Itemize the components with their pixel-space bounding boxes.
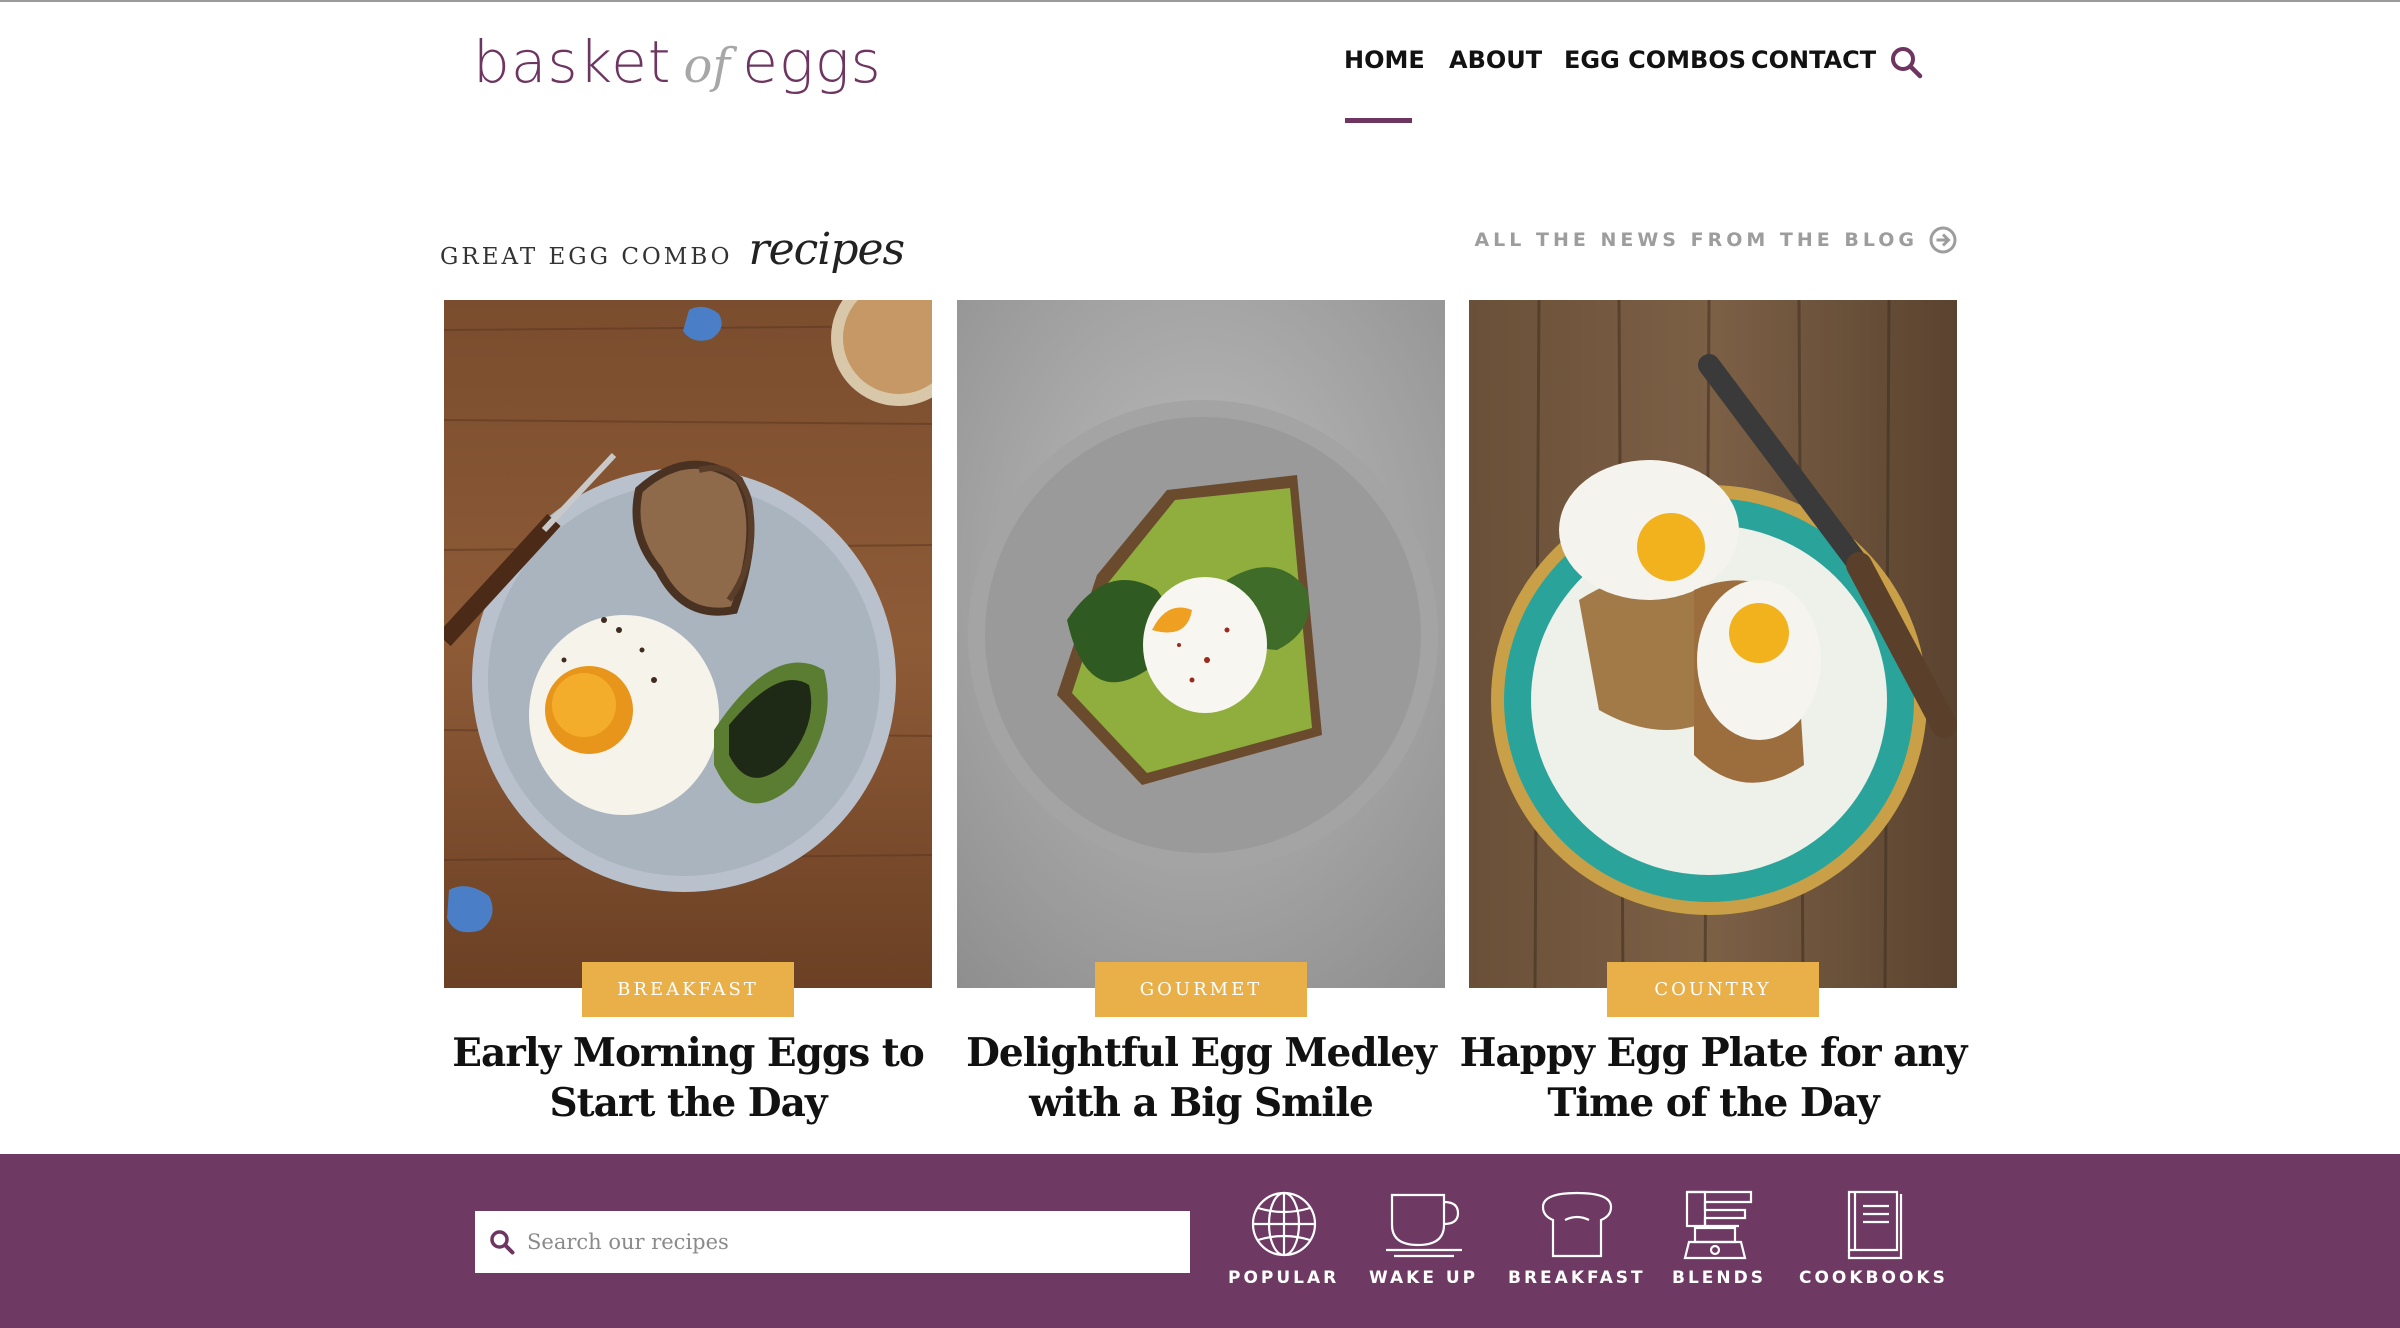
recipe-photo-3[interactable]: [1469, 299, 1957, 989]
recipe-search[interactable]: [475, 1211, 1190, 1273]
category-cookbooks[interactable]: COOKBOOKS: [1799, 1190, 1948, 1288]
arrow-circle-right-icon: [1929, 226, 1957, 254]
logo-word-of: of: [683, 38, 731, 94]
top-border: [0, 0, 2400, 2]
category-badge-1[interactable]: BREAKFAST: [582, 962, 794, 1017]
coffee-cup-icon: [1385, 1193, 1462, 1258]
category-wake-up[interactable]: WAKE UP: [1369, 1190, 1478, 1288]
category-breakfast[interactable]: BREAKFAST: [1508, 1190, 1646, 1288]
footer-bar: [0, 1154, 2400, 1328]
nav-item-about[interactable]: ABOUT: [1449, 46, 1542, 74]
logo-word-eggs: eggs: [742, 28, 882, 96]
recipe-title-1[interactable]: Early Morning Eggs to Start the Day: [428, 1028, 948, 1128]
recipe-photo-1[interactable]: [437, 270, 967, 988]
recipe-card-1[interactable]: [437, 270, 967, 992]
category-badge-2[interactable]: GOURMET: [1095, 962, 1307, 1017]
category-cookbooks-label: COOKBOOKS: [1799, 1268, 1948, 1288]
category-wake-up-label: WAKE UP: [1369, 1268, 1479, 1288]
recipe-title-2-line1: Delightful Egg Medley: [966, 1030, 1437, 1076]
recipe-title-1-line2: Start the Day: [549, 1080, 827, 1126]
section-heading: GREAT EGG COMBO recipes: [440, 224, 906, 275]
blog-link-label: ALL THE NEWS FROM THE BLOG: [1474, 229, 1918, 251]
category-badge-3[interactable]: COUNTRY: [1607, 962, 1819, 1017]
recipe-title-3-line2: Time of the Day: [1547, 1080, 1879, 1126]
recipe-title-2-line2: with a Big Smile: [1029, 1080, 1374, 1126]
recipe-card-3[interactable]: [1469, 299, 1957, 992]
nav-item-egg-combos[interactable]: EGG COMBOS: [1564, 46, 1746, 74]
category-blends[interactable]: BLENDS: [1672, 1190, 1766, 1288]
nav-item-contact[interactable]: CONTACT: [1751, 46, 1876, 74]
category-blends-label: BLENDS: [1672, 1268, 1766, 1288]
recipe-title-3-line1: Happy Egg Plate for any: [1459, 1030, 1968, 1076]
recipe-title-1-line1: Early Morning Eggs to: [452, 1030, 925, 1076]
nav-item-home[interactable]: HOME: [1344, 46, 1425, 74]
recipe-photo-2[interactable]: [957, 300, 1445, 988]
nav-active-indicator: [1345, 118, 1412, 123]
recipe-card-2[interactable]: [957, 300, 1445, 992]
category-popular[interactable]: POPULAR: [1228, 1190, 1339, 1288]
recipe-search-input[interactable]: [527, 1230, 1167, 1254]
book-icon: [1848, 1190, 1903, 1260]
recipe-title-3[interactable]: Happy Egg Plate for any Time of the Day: [1453, 1028, 1973, 1128]
section-title: GREAT EGG COMBO: [440, 244, 733, 270]
bread-icon: [1541, 1191, 1612, 1258]
globe-icon: [1251, 1191, 1316, 1257]
logo-word-basket: basket: [473, 28, 672, 96]
recipe-title-2[interactable]: Delightful Egg Medley with a Big Smile: [941, 1028, 1461, 1128]
search-icon: [490, 1230, 515, 1255]
blog-link[interactable]: ALL THE NEWS FROM THE BLOG: [1474, 225, 1958, 255]
site-logo[interactable]: basket of eggs: [473, 28, 882, 112]
category-breakfast-label: BREAKFAST: [1508, 1268, 1646, 1288]
blender-icon: [1683, 1190, 1753, 1260]
search-icon[interactable]: [1889, 45, 1923, 79]
category-popular-label: POPULAR: [1228, 1268, 1340, 1288]
section-title-script: recipes: [748, 224, 906, 275]
